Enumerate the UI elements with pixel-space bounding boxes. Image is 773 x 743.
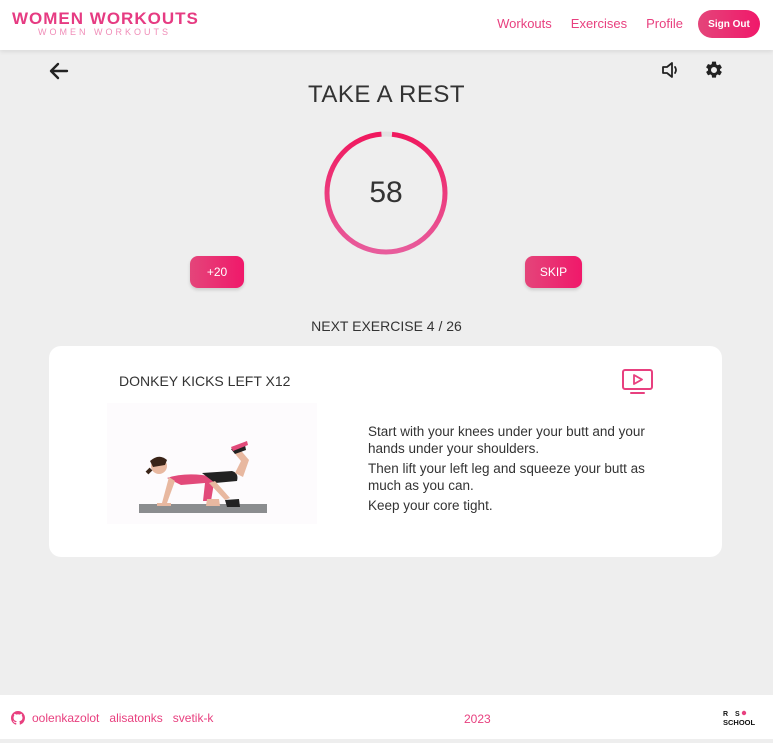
nav-workouts[interactable]: Workouts: [497, 16, 552, 31]
header: WOMEN WORKOUTS WOMEN WORKOUTS Workouts E…: [0, 0, 773, 50]
nav-profile[interactable]: Profile: [646, 16, 683, 31]
exercise-name: DONKEY KICKS LEFT X12: [119, 373, 291, 389]
description-line: Then lift your left leg and squeeze your…: [368, 461, 645, 493]
gear-icon[interactable]: [704, 60, 724, 80]
volume-icon[interactable]: [661, 61, 681, 79]
sign-out-button[interactable]: Sign Out: [698, 10, 760, 38]
exercise-illustration: [107, 403, 317, 524]
footer: oolenkazolot alisatonks svetik-k 2023: [0, 695, 773, 739]
next-exercise-label: NEXT EXERCISE 4 / 26: [311, 318, 462, 334]
rs-school-logo[interactable]: R S SCHOOL: [722, 709, 762, 727]
add-20-seconds-button[interactable]: +20: [190, 256, 244, 288]
copyright-year: 2023: [464, 712, 491, 726]
exercise-description: Start with your knees under your butt an…: [368, 423, 678, 517]
author-links: oolenkazolot alisatonks svetik-k: [32, 711, 213, 725]
description-line: Start with your knees under your butt an…: [368, 424, 645, 456]
main-nav: Workouts Exercises Profile: [497, 16, 683, 31]
description-line: Keep your core tight.: [368, 498, 493, 513]
logo[interactable]: WOMEN WORKOUTS WOMEN WORKOUTS: [12, 9, 199, 37]
skip-rest-button[interactable]: SKIP: [525, 256, 582, 288]
next-exercise-card: DONKEY KICKS LEFT X12 Start with your kn…: [49, 346, 722, 557]
video-play-icon[interactable]: [621, 368, 654, 396]
logo-title: WOMEN WORKOUTS: [12, 9, 199, 28]
rest-title: TAKE A REST: [307, 81, 466, 108]
nav-exercises[interactable]: Exercises: [571, 16, 627, 31]
arrow-left-icon[interactable]: [49, 62, 69, 80]
author-link-svetik-k[interactable]: svetik-k: [173, 711, 214, 725]
svg-text:R: R: [723, 711, 728, 718]
author-link-oolenkazolot[interactable]: oolenkazolot: [32, 711, 99, 725]
logo-subtitle: WOMEN WORKOUTS: [38, 27, 171, 37]
timer-seconds: 58: [369, 176, 403, 209]
author-link-alisatonks[interactable]: alisatonks: [109, 711, 162, 725]
svg-text:S: S: [735, 711, 740, 718]
github-icon: [11, 711, 25, 725]
svg-text:SCHOOL: SCHOOL: [723, 718, 756, 727]
